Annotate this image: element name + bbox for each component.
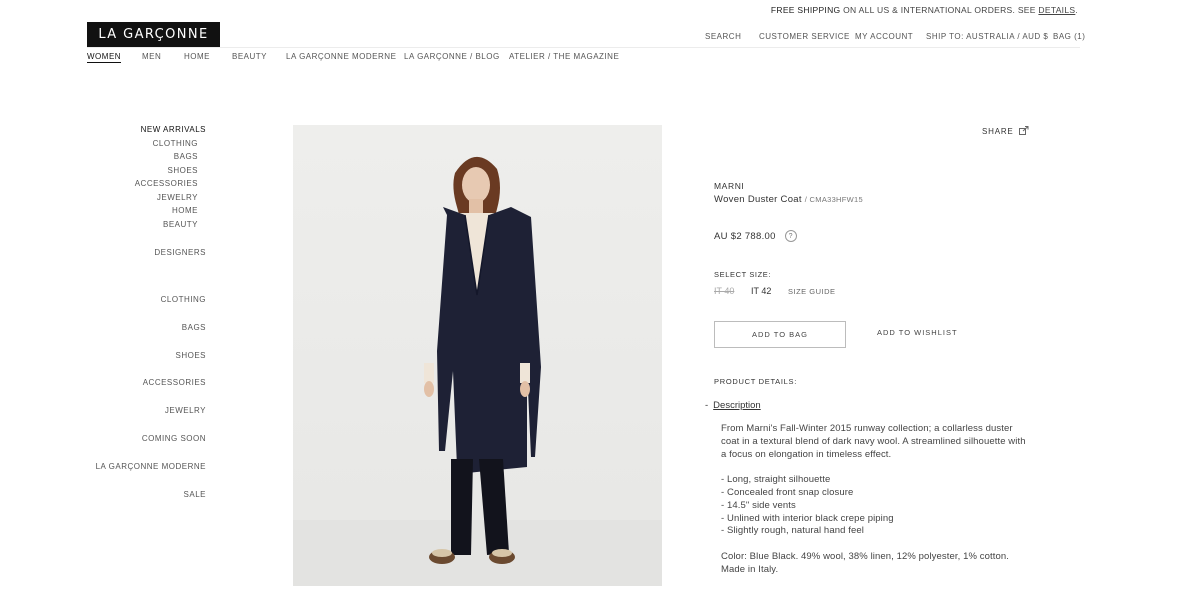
desc-spacer (721, 461, 1026, 474)
promo-end: . (1075, 5, 1078, 15)
product-brand[interactable]: MARNI (714, 181, 744, 191)
desc-bullet: - Concealed front snap closure (721, 486, 854, 498)
sidebar-new-shoes[interactable]: SHOES (167, 166, 198, 175)
share-button[interactable]: SHARE (982, 126, 1029, 137)
desc-line: Color: Blue Black. 49% wool, 38% linen, … (721, 550, 1009, 562)
header-divider (87, 47, 1080, 48)
utility-nav: SEARCH CUSTOMER SERVICE MY ACCOUNT SHIP … (0, 32, 1085, 44)
product-name: Woven Duster Coat (714, 194, 802, 205)
my-account-link[interactable]: MY ACCOUNT (855, 32, 913, 41)
sidebar-clothing[interactable]: CLOTHING (161, 295, 206, 304)
sidebar-accessories[interactable]: ACCESSORIES (143, 378, 206, 387)
description-link[interactable]: Description (713, 400, 761, 411)
desc-spacer (721, 538, 1026, 551)
sidebar-bags[interactable]: BAGS (182, 323, 206, 332)
desc-bullet: - Long, straight silhouette (721, 474, 831, 486)
desc-bullet: - Unlined with interior black crepe pipi… (721, 512, 894, 524)
size-option-it40: IT 40 (714, 286, 735, 296)
search-link[interactable]: SEARCH (705, 32, 741, 41)
product-code: / CMA33HFW15 (804, 195, 863, 204)
product-price: AU $2 788.00 (714, 230, 776, 242)
nav-women[interactable]: WOMEN (87, 52, 122, 63)
desc-line: Made in Italy. (721, 563, 779, 575)
nav-beauty[interactable]: BEAUTY (232, 52, 267, 61)
sidebar-new-home[interactable]: HOME (172, 206, 198, 215)
product-price-row: AU $2 788.00 ? (714, 230, 797, 242)
sidebar-new-beauty[interactable]: BEAUTY (163, 220, 198, 229)
sidebar-jewelry[interactable]: JEWELRY (165, 406, 206, 415)
nav-blog[interactable]: LA GARÇONNE / BLOG (404, 52, 500, 61)
share-icon (1018, 126, 1029, 137)
sidebar-coming-soon[interactable]: COMING SOON (142, 434, 206, 443)
add-to-bag-button[interactable]: ADD TO BAG (714, 321, 846, 348)
sidebar-new-bags[interactable]: BAGS (174, 152, 198, 161)
bag-link[interactable]: BAG (1) (1053, 32, 1085, 41)
sidebar-la-garconne-moderne[interactable]: LA GARÇONNE MODERNE (96, 462, 206, 471)
promo-bar: FREE SHIPPING ON ALL US & INTERNATIONAL … (771, 5, 1078, 15)
description-toggle[interactable]: - Description (705, 400, 761, 411)
sidebar-new-arrivals[interactable]: NEW ARRIVALS (141, 125, 206, 134)
sidebar-new-accessories[interactable]: ACCESSORIES (135, 179, 198, 188)
product-name-line: Woven Duster Coat / CMA33HFW15 (714, 194, 863, 205)
nav-la-garconne-moderne[interactable]: LA GARÇONNE MODERNE (286, 52, 396, 61)
help-icon[interactable]: ? (784, 230, 797, 242)
sidebar-designers[interactable]: DESIGNERS (154, 248, 206, 257)
product-details-label: PRODUCT DETAILS: (714, 377, 798, 386)
nav-men[interactable]: MEN (142, 52, 161, 61)
promo-details-link[interactable]: DETAILS (1038, 5, 1075, 15)
desc-line: From Marni's Fall-Winter 2015 runway col… (721, 423, 1013, 434)
desc-line: a focus on elongation in timeless effect… (721, 448, 892, 460)
desc-line: coat in a textural blend of dark navy wo… (721, 435, 1026, 447)
size-option-it42[interactable]: IT 42 (751, 286, 771, 296)
size-guide-link[interactable]: SIZE GUIDE (788, 287, 836, 296)
promo-highlight: FREE SHIPPING (770, 5, 841, 15)
desc-bullet: - 14.5" side vents (721, 499, 796, 511)
sidebar-new-clothing[interactable]: CLOTHING (153, 139, 198, 148)
sidebar-new-jewelry[interactable]: JEWELRY (157, 193, 198, 202)
product-image[interactable] (293, 125, 662, 586)
promo-text: ON ALL US & INTERNATIONAL ORDERS. SEE (840, 5, 1039, 15)
share-label: SHARE (982, 127, 1014, 136)
ship-to-selector[interactable]: SHIP TO: AUSTRALIA / AUD $ (926, 32, 1048, 41)
sidebar-sale[interactable]: SALE (184, 490, 206, 499)
select-size-label: SELECT SIZE: (714, 270, 772, 279)
nav-home[interactable]: HOME (184, 52, 210, 61)
description-toggle-dash: - (705, 400, 709, 411)
model-illustration (293, 125, 662, 586)
desc-bullet: - Slightly rough, natural hand feel (721, 525, 864, 537)
product-description: From Marni's Fall-Winter 2015 runway col… (721, 423, 1026, 577)
nav-atelier-magazine[interactable]: ATELIER / THE MAGAZINE (509, 52, 619, 61)
add-to-wishlist-link[interactable]: ADD TO WISHLIST (877, 328, 958, 337)
sidebar-shoes[interactable]: SHOES (175, 351, 206, 360)
customer-service-link[interactable]: CUSTOMER SERVICE (759, 32, 850, 41)
